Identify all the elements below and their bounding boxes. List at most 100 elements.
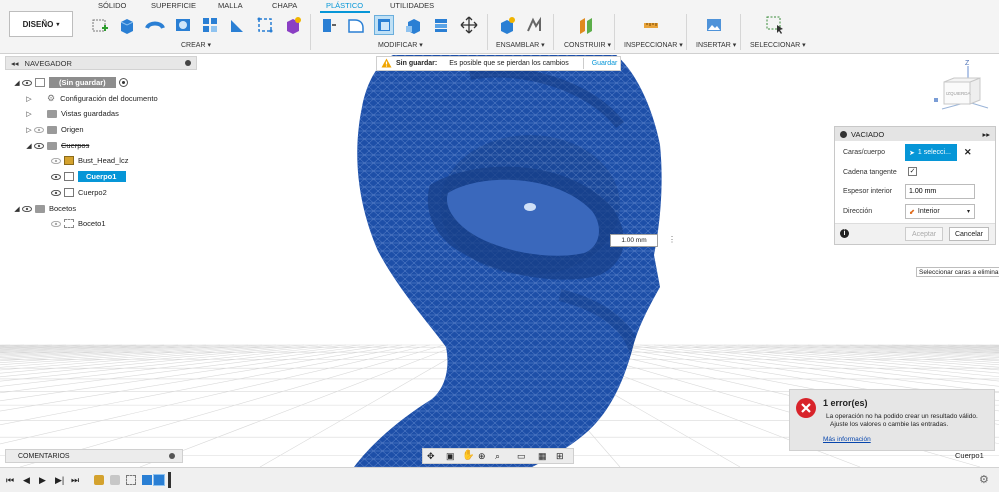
tab-sheet-metal[interactable]: CHAPA [272,1,297,10]
visibility-eye-icon[interactable] [50,173,62,180]
tangent-chain-checkbox[interactable]: ✓ [908,167,917,176]
fit-icon[interactable]: ⌕ [495,451,500,462]
offset-plane-icon[interactable] [576,15,596,35]
tab-plastic[interactable]: PLÁSTICO [326,1,363,10]
collapse-panel-icon[interactable]: ◂◂ [11,59,19,68]
expanded-icon[interactable]: ◢ [25,142,33,150]
group-inspect[interactable]: INSPECCIONAR ▾ [624,41,683,49]
more-info-link[interactable]: Más información [823,436,871,443]
direction-select[interactable]: ⬋ Interior ▾ [905,204,975,219]
extrude-icon[interactable] [117,15,137,35]
clear-selection-icon[interactable]: ✕ [964,147,972,158]
rib-icon[interactable] [227,15,247,35]
go-to-end-icon[interactable]: ⏭ [71,475,79,486]
visibility-eye-icon[interactable] [21,205,33,212]
step-forward-icon[interactable]: ▶| [55,475,64,486]
viewcube[interactable]: IZQUIERDA Z [930,60,990,114]
tree-node-sketches[interactable]: ◢ Bocetos [13,202,76,215]
web-icon[interactable] [255,15,275,35]
faces-selection-button[interactable]: ➤ 1 selecci... [905,144,957,161]
comments-panel[interactable]: COMENTARIOS [5,449,183,463]
new-component-icon[interactable] [497,15,517,35]
fillet-icon[interactable] [346,15,366,35]
grid-settings-icon[interactable]: ▦ [538,451,547,462]
expanded-icon[interactable]: ◢ [13,205,21,213]
visibility-eye-icon[interactable] [21,79,33,86]
hole-icon[interactable] [173,15,193,35]
collapsed-icon[interactable]: ▷ [25,126,33,134]
mesh-convert-icon[interactable] [110,475,120,485]
expanded-icon[interactable]: ◢ [13,79,21,87]
insert-image-icon[interactable] [704,15,724,35]
tree-node-root[interactable]: ◢ (Sin guardar) [13,76,128,89]
cancel-button[interactable]: Cancelar [949,227,989,241]
workspace-switcher[interactable]: DISEÑO ▾ [9,11,73,37]
gear-icon[interactable]: ⚙ [979,473,989,486]
group-select[interactable]: SELECCIONAR ▾ [750,41,806,49]
tree-node-bodies[interactable]: ◢ Cuerpos [25,139,89,152]
tab-solid[interactable]: SÓLIDO [98,1,126,10]
display-settings-icon[interactable]: ▭ [517,451,526,462]
mesh-feature-icon[interactable] [94,475,104,485]
timeline-marker[interactable] [168,472,171,488]
move-icon[interactable] [459,15,479,35]
collapsed-icon[interactable]: ▷ [25,110,33,118]
expand-dialog-icon[interactable]: ▸▸ [982,130,990,139]
pan-icon[interactable]: ✋ [462,450,474,461]
visibility-eye-icon[interactable] [50,157,62,164]
visibility-eye-icon[interactable] [50,220,62,227]
tab-mesh[interactable]: MALLA [218,1,243,10]
tree-node-body[interactable]: Cuerpo1 [50,170,127,183]
group-modify[interactable]: MODIFICAR ▾ [378,41,423,49]
group-insert[interactable]: INSERTAR ▾ [696,41,736,49]
visibility-eye-icon[interactable] [33,126,45,133]
joint-icon[interactable] [524,15,544,35]
panel-pin-icon[interactable] [185,60,191,66]
sketch-feature-icon[interactable] [126,475,136,485]
tab-utilities[interactable]: UTILIDADES [390,1,434,10]
new-sketch-icon[interactable] [90,15,110,35]
panel-pin-icon[interactable] [169,453,175,459]
viewports-icon[interactable]: ⊞ [556,451,564,462]
zoom-icon[interactable]: ⊕ [478,451,486,462]
measure-icon[interactable] [641,15,661,35]
group-create[interactable]: CREAR ▾ [181,41,211,49]
revolve-icon[interactable] [145,15,165,35]
dialog-header[interactable]: VACIADO ▸▸ [835,127,995,141]
extrude-feature-icon[interactable] [142,475,152,485]
split-body-icon[interactable] [431,15,451,35]
tree-node-sketch[interactable]: Boceto1 [50,217,106,230]
collapse-dialog-icon[interactable] [840,130,847,138]
select-icon[interactable] [765,15,785,35]
tree-node-settings[interactable]: ▷ ⚙ Configuración del documento [25,92,157,105]
group-assemble[interactable]: ENSAMBLAR ▾ [496,41,545,49]
go-to-start-icon[interactable]: ⏮ [6,475,14,486]
press-pull-icon[interactable] [318,15,338,35]
tab-surface[interactable]: SUPERFICIE [151,1,196,10]
ok-button[interactable]: Aceptar [905,227,943,241]
orbit-icon[interactable]: ✥ [427,451,435,462]
thickness-dimension-input[interactable]: 1.00 mm [610,234,658,247]
group-construct[interactable]: CONSTRUIR ▾ [564,41,611,49]
shell-feature-icon[interactable] [153,474,165,486]
thickness-input[interactable] [905,184,975,199]
info-icon[interactable]: i [840,229,849,238]
visibility-eye-icon[interactable] [33,142,45,149]
draft-icon[interactable] [403,15,423,35]
step-back-icon[interactable]: ◀ [23,475,30,486]
tree-node-views[interactable]: ▷ Vistas guardadas [25,107,119,120]
play-icon[interactable]: ▶ [39,475,46,486]
tree-node-body[interactable]: Bust_Head_lcz [50,154,128,167]
tree-node-origin[interactable]: ▷ Origen [25,123,83,136]
look-at-icon[interactable]: ▣ [446,451,455,462]
more-options-icon[interactable]: ⋮ [668,235,676,244]
tree-node-body[interactable]: Cuerpo2 [50,186,107,199]
pattern-icon[interactable] [200,15,220,35]
timeline-features[interactable] [94,472,174,488]
active-indicator-icon[interactable] [118,78,128,87]
save-link[interactable]: Guardar [592,60,618,67]
shell-icon[interactable] [374,15,394,35]
boss-icon[interactable] [283,15,303,35]
visibility-eye-icon[interactable] [50,189,62,196]
collapsed-icon[interactable]: ▷ [25,95,33,103]
